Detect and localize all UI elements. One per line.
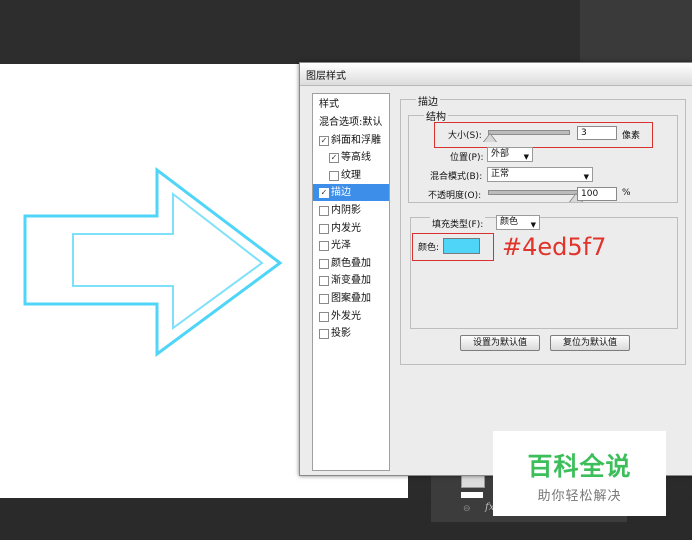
- color-swatch[interactable]: [443, 238, 480, 254]
- structure-title: 结构: [424, 108, 448, 123]
- opacity-slider[interactable]: [488, 190, 578, 195]
- style-list-header: 样式: [319, 99, 339, 110]
- style-list-item-label: 纹理: [341, 169, 361, 181]
- style-list-item-label: 等高线: [341, 152, 371, 164]
- style-list-item[interactable]: 混合选项:默认: [313, 114, 389, 131]
- style-list-item[interactable]: ✓ 斜面和浮雕: [313, 132, 389, 149]
- opacity-label: 不透明度(O):: [428, 191, 482, 201]
- checkbox[interactable]: [319, 241, 329, 252]
- app-top-right-panel: [580, 0, 692, 64]
- opacity-input[interactable]: 100: [577, 187, 617, 201]
- style-list-item[interactable]: ✓ 描边: [313, 184, 389, 202]
- size-input[interactable]: 3: [577, 126, 617, 140]
- chevron-down-icon: ▼: [523, 153, 529, 161]
- layer-mask-thumbnail[interactable]: [461, 492, 483, 498]
- style-list-item[interactable]: 内发光: [313, 220, 389, 237]
- style-list-item-label: 光泽: [331, 240, 351, 252]
- style-list-item[interactable]: 内阴影: [313, 202, 389, 219]
- color-label: 颜色:: [418, 243, 440, 253]
- watermark: 百科全说 助你轻松解决: [493, 431, 666, 516]
- checkbox[interactable]: [319, 276, 329, 287]
- size-unit: 像素: [622, 131, 641, 141]
- checkbox[interactable]: [329, 170, 339, 181]
- checkbox[interactable]: [319, 311, 329, 322]
- checkbox[interactable]: [319, 223, 329, 234]
- stroke-section-title: 描边: [416, 93, 440, 108]
- app-top-bar: [0, 0, 580, 64]
- size-slider-thumb[interactable]: [483, 134, 496, 142]
- style-list-item-label: 斜面和浮雕: [331, 134, 381, 146]
- checkbox[interactable]: ✓: [329, 153, 339, 164]
- style-list-item-label: 混合选项:默认: [319, 117, 383, 128]
- style-list-item[interactable]: 纹理: [313, 167, 389, 184]
- opacity-unit: %: [622, 188, 631, 198]
- hex-color-annotation: #4ed5f7: [502, 233, 607, 261]
- style-list-item[interactable]: 投影: [313, 325, 389, 342]
- watermark-title: 百科全说: [527, 452, 632, 481]
- blend-mode-value: 正常: [491, 169, 510, 179]
- checkbox[interactable]: [319, 258, 329, 269]
- set-default-button[interactable]: 设置为默认值: [460, 335, 540, 351]
- checkbox[interactable]: [319, 206, 329, 216]
- style-list-item[interactable]: 图案叠加: [313, 290, 389, 307]
- checkbox[interactable]: ✓: [319, 188, 329, 199]
- style-list-item[interactable]: ✓ 等高线: [313, 149, 389, 166]
- arrow-inner-outline: [72, 191, 264, 330]
- fill-type-select[interactable]: 颜色 ▼: [496, 215, 540, 230]
- checkbox[interactable]: [319, 294, 329, 304]
- style-list-item-label: 颜色叠加: [331, 257, 371, 269]
- watermark-subtitle: 助你轻松解决: [537, 489, 622, 504]
- style-list-item[interactable]: 颜色叠加: [313, 255, 389, 272]
- chevron-down-icon: ▼: [583, 173, 589, 181]
- style-list-item-label: 外发光: [331, 310, 361, 322]
- size-label: 大小(S):: [448, 131, 482, 141]
- style-list: 样式 混合选项:默认 ✓ 斜面和浮雕 ✓ 等高线 纹理 ✓ 描边 内阴影 内发光 光泽 颜色叠加 渐变叠…: [312, 93, 390, 471]
- position-select[interactable]: 外部 ▼: [487, 147, 533, 162]
- fill-type-value: 颜色: [500, 217, 519, 227]
- blend-mode-select[interactable]: 正常 ▼: [487, 167, 593, 182]
- checkbox[interactable]: [319, 329, 329, 340]
- position-label: 位置(P):: [450, 153, 484, 163]
- blend-mode-label: 混合模式(B):: [430, 172, 483, 182]
- dialog-title: 图层样式: [306, 71, 346, 82]
- style-list-item-label: 内阴影: [331, 205, 361, 216]
- style-list-item-label: 内发光: [331, 222, 361, 234]
- link-icon[interactable]: ⊖: [463, 504, 471, 514]
- checkbox[interactable]: ✓: [319, 135, 329, 146]
- reset-default-button[interactable]: 复位为默认值: [550, 335, 630, 351]
- fill-type-label: 填充类型(F):: [430, 217, 486, 230]
- style-list-item-label: 图案叠加: [331, 293, 371, 304]
- style-list-item[interactable]: 渐变叠加: [313, 272, 389, 289]
- dialog-titlebar[interactable]: 图层样式: [300, 63, 692, 86]
- layer-thumbnail[interactable]: [461, 474, 485, 488]
- style-list-item[interactable]: 光泽: [313, 237, 389, 254]
- style-list-item[interactable]: 外发光: [313, 308, 389, 325]
- arrow-outer-outline: [23, 166, 283, 357]
- chevron-down-icon: ▼: [530, 221, 536, 229]
- style-list-item-label: 描边: [331, 187, 351, 199]
- position-value: 外部: [491, 149, 510, 159]
- style-list-item-label: 渐变叠加: [331, 275, 371, 287]
- size-slider[interactable]: [488, 130, 570, 135]
- style-list-item-label: 投影: [331, 328, 351, 340]
- layer-style-dialog: 图层样式 样式 混合选项:默认 ✓ 斜面和浮雕 ✓ 等高线 纹理 ✓ 描边 内阴影 内发光 光泽 颜色…: [299, 62, 692, 476]
